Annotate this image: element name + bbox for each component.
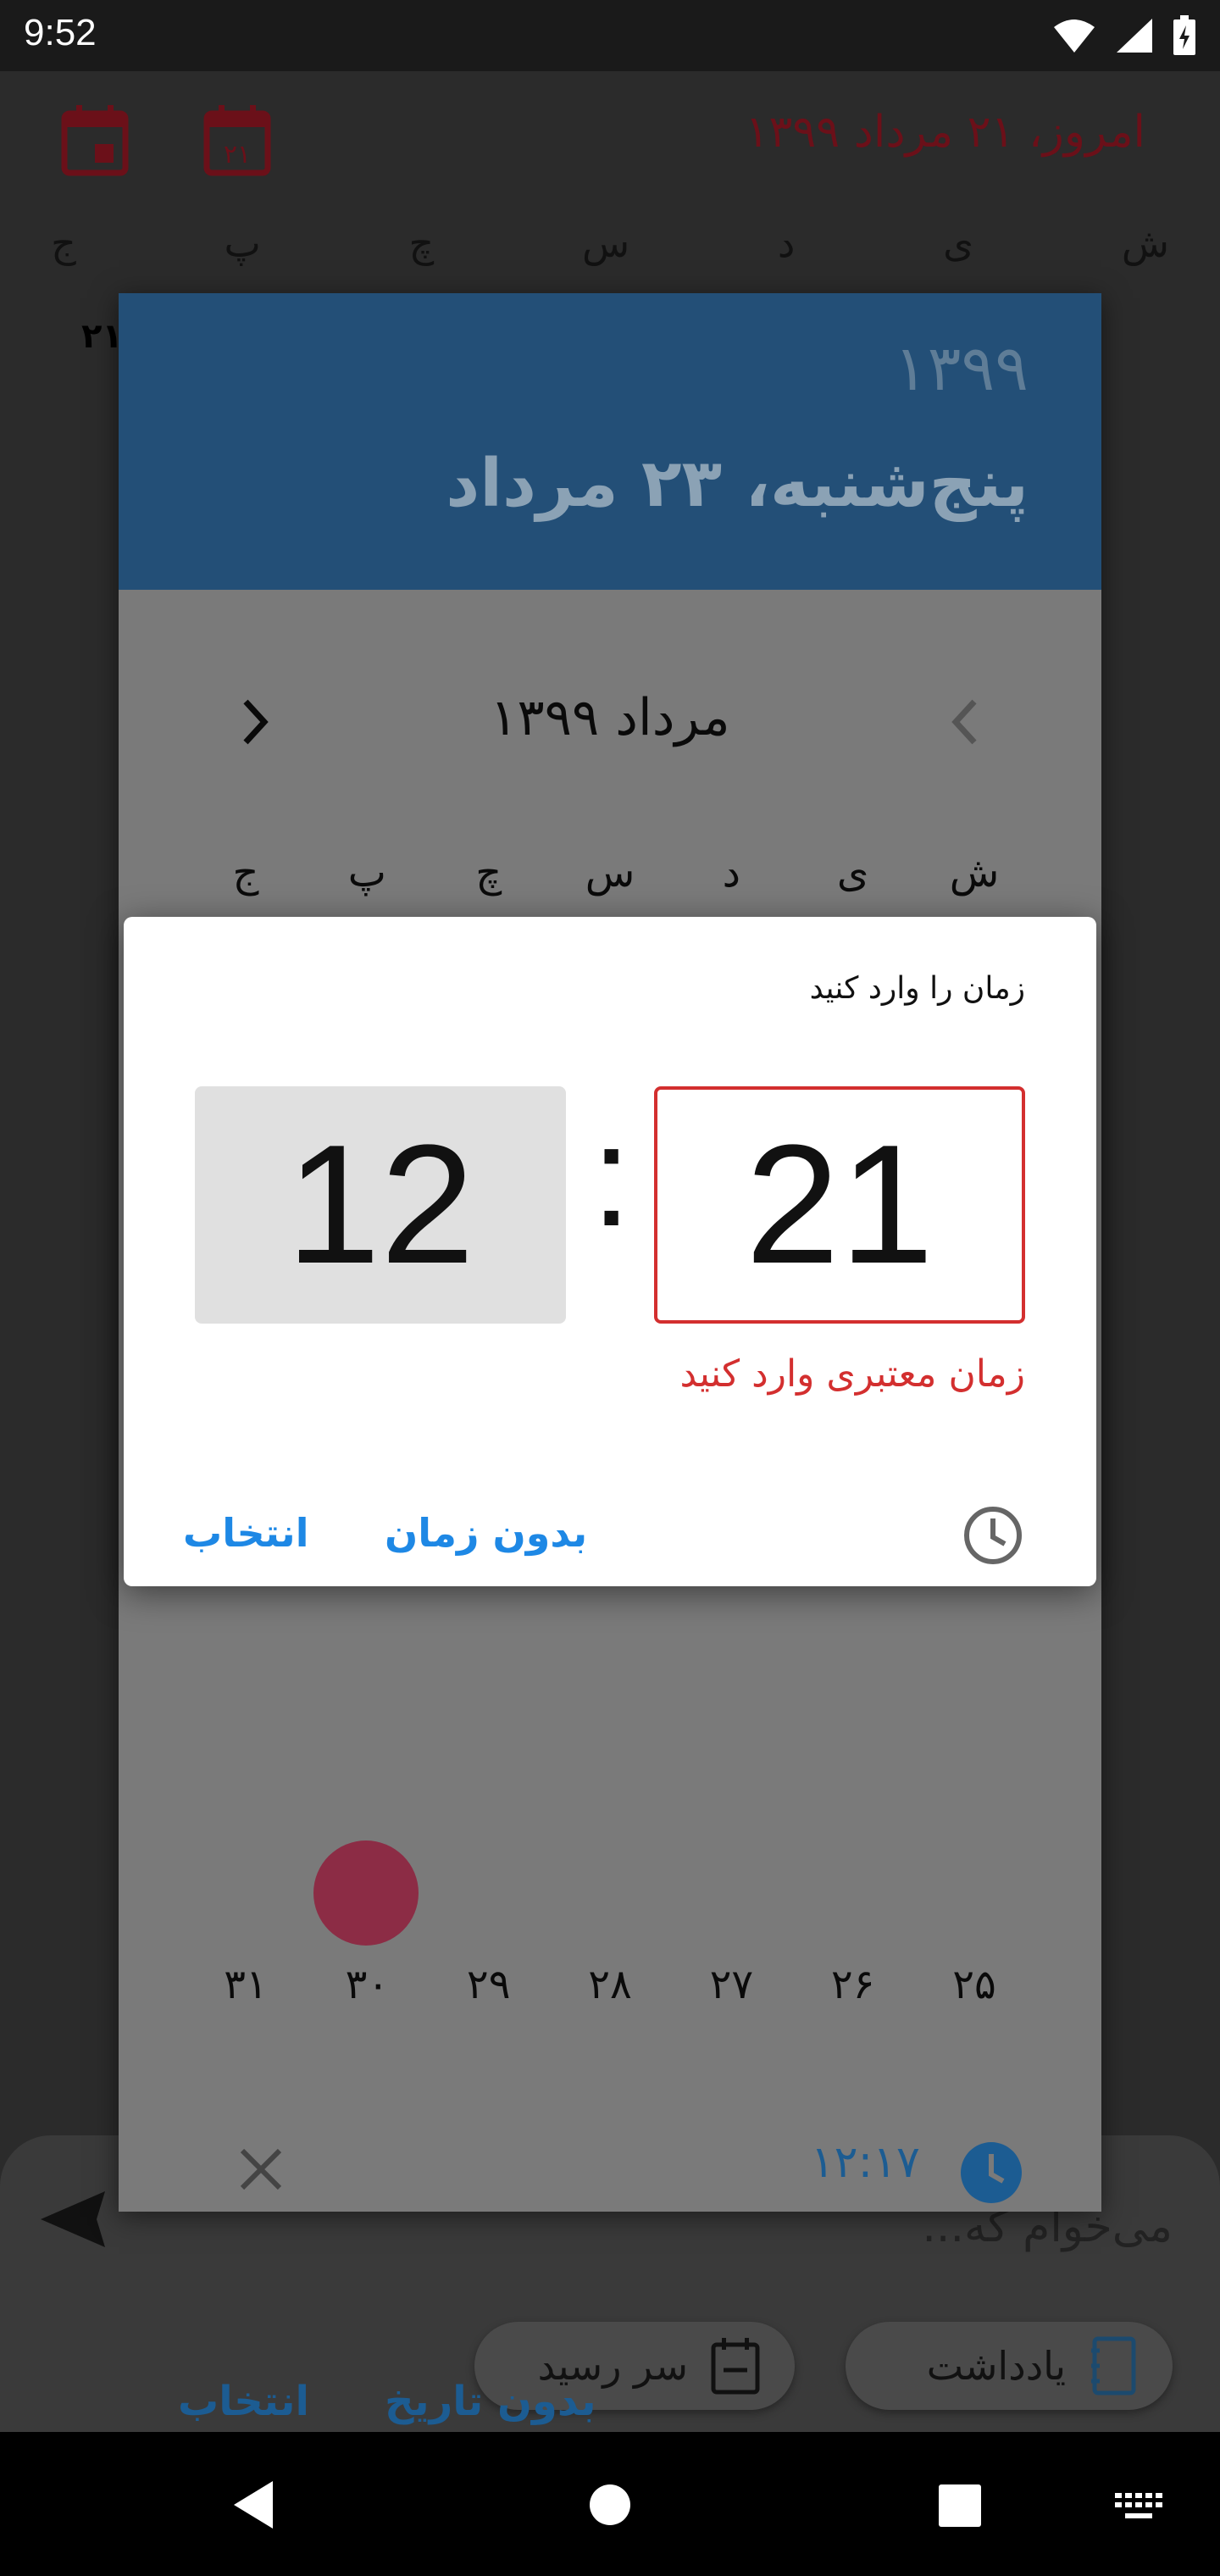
time-error-message: زمان معتبری وارد کنید xyxy=(679,1352,1025,1396)
date-picker-year[interactable]: ۱۳۹۹ xyxy=(894,332,1029,405)
calendar-icon[interactable]: ۲۱ xyxy=(203,103,271,176)
no-time-button[interactable]: بدون زمان xyxy=(385,1510,587,1556)
weekday-label: د xyxy=(722,849,741,897)
status-icons xyxy=(1052,14,1196,58)
no-date-button[interactable]: بدون تاریخ xyxy=(385,2378,596,2425)
weekday-label: چ xyxy=(475,849,502,897)
signal-icon xyxy=(1117,19,1152,53)
time-separator: : xyxy=(591,1096,632,1257)
notebook-icon xyxy=(1091,2336,1136,2396)
keyboard-icon[interactable] xyxy=(1115,2493,1162,2522)
calendar-day[interactable]: ۳۰ xyxy=(324,1961,409,2008)
calendar-day[interactable]: ۲۷ xyxy=(689,1961,774,2008)
recents-icon[interactable] xyxy=(939,2484,981,2527)
calendar-day[interactable]: ۲۵ xyxy=(932,1961,1017,2008)
calendar-week-row: ۲۵ ۲۶ ۲۷ ۲۸ ۲۹ ۳۰ ۳۱ xyxy=(203,1961,1017,2008)
weekday-label: ش xyxy=(949,849,1000,897)
weekday-label: چ xyxy=(408,220,435,266)
background-weekdays: ش ی د س چ پ ج xyxy=(51,220,1169,266)
weekday-label: س xyxy=(585,849,635,897)
weekday-label: ی xyxy=(836,849,869,897)
weekday-label: د xyxy=(777,220,796,266)
calendar-icon xyxy=(711,2338,760,2395)
selected-day-circle[interactable] xyxy=(313,1840,419,1946)
weekday-label: پ xyxy=(347,849,386,897)
notes-chip[interactable]: یادداشت xyxy=(846,2322,1173,2410)
weekday-label: پ xyxy=(224,220,261,266)
home-icon[interactable] xyxy=(588,2483,632,2527)
date-picker-weekdays: ش ی د س چ پ ج xyxy=(203,849,1017,897)
today-title: امروز، ۲۱ مرداد ۱۳۹۹ xyxy=(745,107,1145,158)
time-input-dialog: زمان را وارد کنید 12 : 21 زمان معتبری وا… xyxy=(124,917,1096,1586)
calendar-day[interactable]: ۲۶ xyxy=(811,1961,896,2008)
svg-text:۲۱: ۲۱ xyxy=(224,140,251,169)
status-bar: 9:52 xyxy=(0,0,1220,71)
weekday-label: ج xyxy=(51,220,76,266)
calendar-today-icon[interactable] xyxy=(61,103,129,176)
calendar-day[interactable]: ۲۹ xyxy=(446,1961,531,2008)
time-select-button[interactable]: انتخاب xyxy=(183,1510,308,1556)
close-icon[interactable] xyxy=(237,2146,285,2193)
weekday-label: ی xyxy=(943,220,974,266)
battery-icon xyxy=(1173,15,1195,55)
clock-icon[interactable] xyxy=(959,2140,1023,2205)
clock-icon[interactable] xyxy=(962,1505,1023,1566)
hour-input[interactable]: 12 xyxy=(195,1086,566,1324)
chevron-right-icon[interactable] xyxy=(949,697,983,747)
wifi-icon xyxy=(1054,19,1095,53)
date-select-button[interactable]: انتخاب xyxy=(178,2378,309,2425)
send-icon[interactable] xyxy=(37,2190,108,2249)
date-picker-selected-date[interactable]: پنج‌شنبه، ۲۳ مرداد xyxy=(446,446,1029,522)
navigation-bar xyxy=(0,2432,1220,2576)
weekday-label: ش xyxy=(1121,220,1169,266)
time-dialog-title: زمان را وارد کنید xyxy=(809,971,1025,1006)
selected-time[interactable]: ۱۲:۱۷ xyxy=(811,2137,920,2188)
minute-input[interactable]: 21 xyxy=(654,1086,1025,1324)
background-day-number: ۲۱ xyxy=(81,317,123,356)
weekday-label: ج xyxy=(232,849,259,897)
calendar-day[interactable]: ۲۸ xyxy=(568,1961,652,2008)
status-time: 9:52 xyxy=(24,12,97,53)
calendar-day[interactable]: ۳۱ xyxy=(203,1961,288,2008)
back-icon[interactable] xyxy=(230,2479,276,2530)
date-picker-header: ۱۳۹۹ پنج‌شنبه، ۲۳ مرداد xyxy=(119,293,1101,590)
weekday-label: س xyxy=(581,220,630,266)
notes-chip-label: یادداشت xyxy=(926,2343,1066,2389)
